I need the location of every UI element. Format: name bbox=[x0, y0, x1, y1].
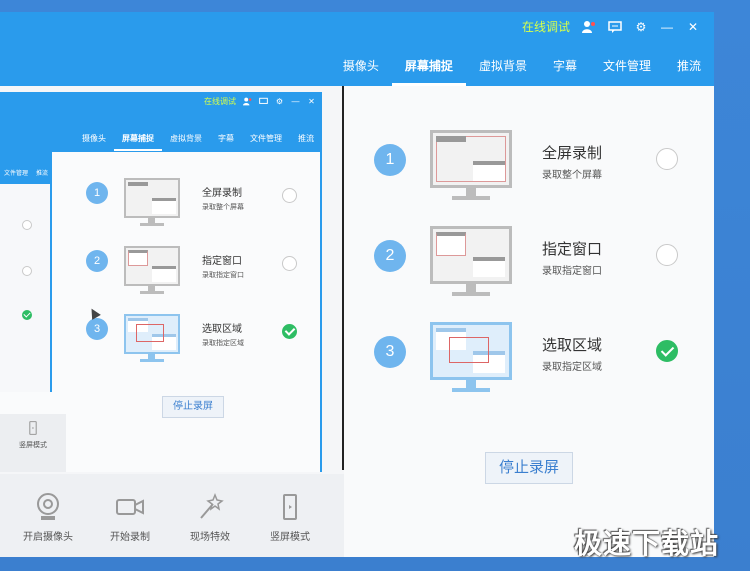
chat-icon[interactable] bbox=[608, 20, 622, 34]
nested-tab-screen-capture: 屏幕捕捉 bbox=[114, 134, 162, 151]
chat-icon bbox=[259, 97, 268, 106]
nested-title-bar: 在线调试 ⚙ — ✕ 摄像头 屏幕捕捉 虚拟背景 字幕 文件管理 推流 bbox=[0, 92, 320, 152]
tab-screen-capture[interactable]: 屏幕捕捉 bbox=[391, 58, 466, 86]
inner-tab-file-management: 文件管理 bbox=[4, 171, 29, 177]
minimize-icon[interactable]: — bbox=[660, 20, 674, 34]
option-title: 指定窗口 bbox=[542, 241, 603, 258]
minimize-icon: — bbox=[291, 97, 300, 106]
main-nav: 摄像头 屏幕捕捉 虚拟背景 字幕 文件管理 推流 bbox=[0, 42, 714, 86]
option-subtitle: 录取整个屏幕 bbox=[542, 170, 602, 181]
gear-icon: ⚙ bbox=[275, 97, 284, 106]
option-number-badge: 2 bbox=[86, 250, 108, 272]
option-title: 选取区域 bbox=[542, 337, 603, 354]
stop-recording-button[interactable]: 停止录屏 bbox=[485, 452, 573, 484]
window-radio[interactable] bbox=[656, 244, 678, 266]
tab-file-management[interactable]: 文件管理 bbox=[590, 58, 664, 80]
option-title: 指定窗口 bbox=[202, 256, 242, 267]
portrait-mode-button[interactable]: 竖屏模式 bbox=[250, 492, 330, 543]
live-effects-button[interactable]: 现场特效 bbox=[170, 492, 250, 543]
option-subtitle: 录取指定区域 bbox=[542, 362, 602, 373]
capture-mode-panel: 1 全屏录制 录取整个屏幕 2 指定窗口 录取指定窗口 3 选取区域 录取指定区… bbox=[344, 86, 714, 557]
inner-radio bbox=[22, 266, 32, 276]
nested-tab-camera: 摄像头 bbox=[82, 134, 106, 143]
innermost-window-preview: 文件管理 推流 bbox=[0, 144, 52, 392]
bottom-label: 竖屏模式 bbox=[19, 442, 47, 449]
magic-wand-icon bbox=[195, 492, 225, 522]
webcam-icon bbox=[33, 492, 63, 522]
window-divider bbox=[342, 86, 344, 470]
option-number-badge: 2 bbox=[374, 240, 406, 272]
tab-streaming[interactable]: 推流 bbox=[664, 58, 714, 80]
inner-radio bbox=[22, 220, 32, 230]
nested-region-radio-checked bbox=[282, 324, 297, 339]
nested-capture-mode-panel: 1 全屏录制 录取整个屏幕 2 指定窗口 录取指定窗口 3 选取区域 录取指定区… bbox=[66, 152, 320, 472]
bottom-toolbar: 开启摄像头 开始录制 现场特效 竖屏模式 bbox=[0, 474, 344, 557]
tab-virtual-background[interactable]: 虚拟背景 bbox=[466, 58, 540, 80]
bottom-label: 开始录制 bbox=[110, 532, 150, 543]
option-title: 全屏录制 bbox=[542, 145, 603, 162]
option-title: 全屏录制 bbox=[202, 188, 242, 199]
site-watermark: 极速下载站 bbox=[574, 528, 720, 559]
nested-fullscreen-radio bbox=[282, 188, 297, 203]
option-subtitle: 录取整个屏幕 bbox=[202, 204, 244, 211]
option-title: 选取区域 bbox=[202, 324, 242, 335]
nested-option-fullscreen: 1 全屏录制 录取整个屏幕 bbox=[66, 178, 320, 232]
start-recording-button[interactable]: 开始录制 bbox=[90, 492, 170, 543]
open-camera-button[interactable]: 开启摄像头 bbox=[8, 492, 88, 543]
region-radio-checked[interactable] bbox=[656, 340, 678, 362]
option-window[interactable]: 2 指定窗口 录取指定窗口 bbox=[344, 226, 714, 306]
option-number-badge: 3 bbox=[374, 336, 406, 368]
nested-online-debug-link: 在线调试 bbox=[204, 97, 236, 106]
option-fullscreen[interactable]: 1 全屏录制 录取整个屏幕 bbox=[344, 130, 714, 210]
nested-stop-recording-button: 停止录屏 bbox=[162, 396, 224, 418]
portrait-phone-icon bbox=[25, 420, 41, 436]
nested-window-radio bbox=[282, 256, 297, 271]
option-region[interactable]: 3 选取区域 录取指定区域 bbox=[344, 322, 714, 402]
video-camera-icon bbox=[115, 492, 145, 522]
nested-option-region: 3 选取区域 录取指定区域 bbox=[66, 314, 320, 368]
nested-tab-file-management: 文件管理 bbox=[250, 134, 282, 143]
nested-bottom-toolbar: 竖屏模式 bbox=[0, 414, 66, 472]
nested-option-window: 2 指定窗口 录取指定窗口 bbox=[66, 246, 320, 300]
nested-tab-streaming: 推流 bbox=[298, 134, 314, 143]
option-subtitle: 录取指定窗口 bbox=[202, 272, 244, 279]
user-icon bbox=[243, 97, 252, 106]
bottom-label: 现场特效 bbox=[190, 532, 230, 543]
option-subtitle: 录取指定窗口 bbox=[542, 266, 602, 277]
close-icon: ✕ bbox=[308, 97, 315, 106]
fullscreen-radio[interactable] bbox=[656, 148, 678, 170]
inner-tab-streaming: 推流 bbox=[36, 171, 49, 177]
option-number-badge: 1 bbox=[86, 182, 108, 204]
bottom-label: 开启摄像头 bbox=[23, 532, 73, 543]
tab-camera[interactable]: 摄像头 bbox=[330, 58, 392, 80]
online-debug-link[interactable]: 在线调试 bbox=[522, 18, 570, 35]
option-number-badge: 3 bbox=[86, 318, 108, 340]
innermost-title-bar: 文件管理 推流 bbox=[0, 144, 50, 184]
nested-tab-virtual-background: 虚拟背景 bbox=[170, 134, 202, 143]
portrait-phone-icon bbox=[275, 492, 305, 522]
app-window: 在线调试 ⚙ — ✕ 摄像头 屏幕捕捉 虚拟背景 字幕 文件管理 推流 1 全屏… bbox=[0, 12, 714, 557]
inner-radio-checked bbox=[22, 310, 32, 320]
nested-window-preview: 在线调试 ⚙ — ✕ 摄像头 屏幕捕捉 虚拟背景 字幕 文件管理 推流 文件管理… bbox=[0, 92, 322, 472]
option-subtitle: 录取指定区域 bbox=[202, 340, 244, 347]
tab-subtitles[interactable]: 字幕 bbox=[540, 58, 590, 80]
option-number-badge: 1 bbox=[374, 144, 406, 176]
user-icon[interactable] bbox=[582, 20, 596, 34]
title-bar: 在线调试 ⚙ — ✕ bbox=[0, 12, 714, 42]
nested-portrait-mode-button: 竖屏模式 bbox=[0, 420, 66, 450]
gear-icon[interactable]: ⚙ bbox=[634, 20, 648, 34]
nested-tab-subtitles: 字幕 bbox=[218, 134, 234, 143]
close-icon[interactable]: ✕ bbox=[686, 20, 700, 34]
bottom-label: 竖屏模式 bbox=[270, 532, 310, 543]
